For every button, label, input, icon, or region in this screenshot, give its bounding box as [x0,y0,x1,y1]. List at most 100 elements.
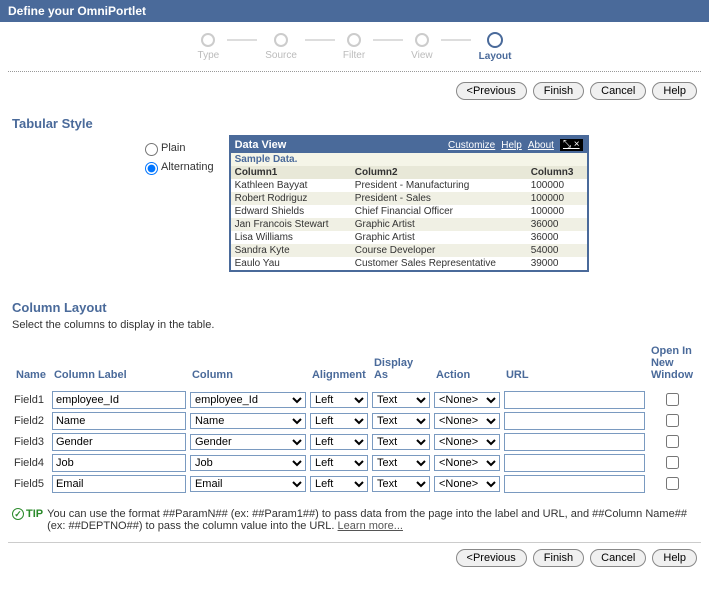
column-layout-desc: Select the columns to display in the tab… [0,319,709,337]
alignment-select[interactable]: Left [310,476,368,492]
bottom-button-row: <Previous Finish Cancel Help [0,543,709,573]
dialog-title-text: Define your OmniPortlet [8,4,146,18]
action-select[interactable]: <None> [434,434,500,450]
column-layout-table: Name Column Label Column Alignment Displ… [12,341,697,494]
table-cell: Customer Sales Representative [351,257,527,270]
help-link[interactable]: Help [501,140,522,151]
table-cell: Kathleen Bayyat [231,179,351,192]
header-display-as: Display As [370,341,432,389]
header-column-label: Column Label [50,341,188,389]
alignment-select[interactable]: Left [310,434,368,450]
alternating-radio[interactable] [145,162,158,175]
step-label: Filter [343,50,365,61]
alignment-select[interactable]: Left [310,413,368,429]
header-column: Column [188,341,308,389]
table-cell: 36000 [527,218,587,231]
table-cell: Eaulo Yau [231,257,351,270]
plain-label: Plain [161,142,185,154]
table-row: Kathleen BayyatPresident - Manufacturing… [231,179,587,192]
display-as-select[interactable]: Text [372,455,430,471]
wizard-step-layout[interactable]: Layout [479,32,512,62]
table-row: Lisa WilliamsGraphic Artist36000 [231,231,587,244]
alignment-select[interactable]: Left [310,455,368,471]
previous-button[interactable]: <Previous [456,82,527,100]
cancel-button[interactable]: Cancel [590,82,646,100]
url-input[interactable] [504,412,645,430]
url-input[interactable] [504,391,645,409]
open-new-window-checkbox[interactable] [666,414,679,427]
display-as-select[interactable]: Text [372,476,430,492]
field-name-label: Field2 [12,410,50,431]
field-row: Field1 employee_IdLeftText<None> [12,389,697,410]
finish-button[interactable]: Finish [533,549,584,567]
step-connector [373,39,403,41]
wizard-step-source[interactable]: Source [265,33,297,61]
table-cell: 100000 [527,192,587,205]
alignment-select[interactable]: Left [310,392,368,408]
alternating-label: Alternating [161,161,214,173]
display-as-select[interactable]: Text [372,392,430,408]
table-cell: 36000 [527,231,587,244]
column-select[interactable]: employee_Id [190,392,306,408]
data-view-col2: Column2 [351,166,527,179]
help-button[interactable]: Help [652,82,697,100]
wizard-steps: Type Source Filter View Layout [0,22,709,67]
column-label-input[interactable] [52,391,186,409]
step-connector [227,39,257,41]
previous-button[interactable]: <Previous [456,549,527,567]
header-alignment: Alignment [308,341,370,389]
tip-text: You can use the format ##ParamN## (ex: #… [47,508,697,532]
step-label: Type [198,50,220,61]
table-cell: Edward Shields [231,205,351,218]
column-label-input[interactable] [52,454,186,472]
column-label-input[interactable] [52,412,186,430]
table-cell: 100000 [527,179,587,192]
header-name: Name [12,341,50,389]
column-label-input[interactable] [52,433,186,451]
column-select[interactable]: Name [190,413,306,429]
field-name-label: Field5 [12,473,50,494]
wizard-step-filter[interactable]: Filter [343,33,365,61]
plain-radio[interactable] [145,143,158,156]
tip-row: ✓ TIP You can use the format ##ParamN## … [0,502,709,542]
table-cell: 39000 [527,257,587,270]
field-row: Field5 EmailLeftText<None> [12,473,697,494]
data-view-title: Data View [235,139,287,151]
step-circle-icon [415,33,429,47]
action-select[interactable]: <None> [434,413,500,429]
collapse-icon[interactable]: ⤡ × [560,139,583,151]
step-label: View [411,50,433,61]
learn-more-link[interactable]: Learn more... [338,520,403,532]
column-layout-title: Column Layout [0,290,709,319]
cancel-button[interactable]: Cancel [590,549,646,567]
wizard-step-view[interactable]: View [411,33,433,61]
table-cell: Course Developer [351,244,527,257]
table-cell: Robert Rodriguz [231,192,351,205]
url-input[interactable] [504,454,645,472]
wizard-step-type[interactable]: Type [198,33,220,61]
url-input[interactable] [504,475,645,493]
display-as-select[interactable]: Text [372,413,430,429]
column-label-input[interactable] [52,475,186,493]
column-select[interactable]: Email [190,476,306,492]
open-new-window-checkbox[interactable] [666,477,679,490]
about-link[interactable]: About [528,140,554,151]
action-select[interactable]: <None> [434,392,500,408]
finish-button[interactable]: Finish [533,82,584,100]
help-button[interactable]: Help [652,549,697,567]
open-new-window-checkbox[interactable] [666,456,679,469]
step-circle-icon [487,32,503,48]
url-input[interactable] [504,433,645,451]
field-name-label: Field1 [12,389,50,410]
step-circle-icon [347,33,361,47]
display-as-select[interactable]: Text [372,434,430,450]
open-new-window-checkbox[interactable] [666,435,679,448]
column-select[interactable]: Gender [190,434,306,450]
action-select[interactable]: <None> [434,455,500,471]
table-cell: 100000 [527,205,587,218]
customize-link[interactable]: Customize [448,140,495,151]
action-select[interactable]: <None> [434,476,500,492]
table-cell: Lisa Williams [231,231,351,244]
column-select[interactable]: Job [190,455,306,471]
open-new-window-checkbox[interactable] [666,393,679,406]
